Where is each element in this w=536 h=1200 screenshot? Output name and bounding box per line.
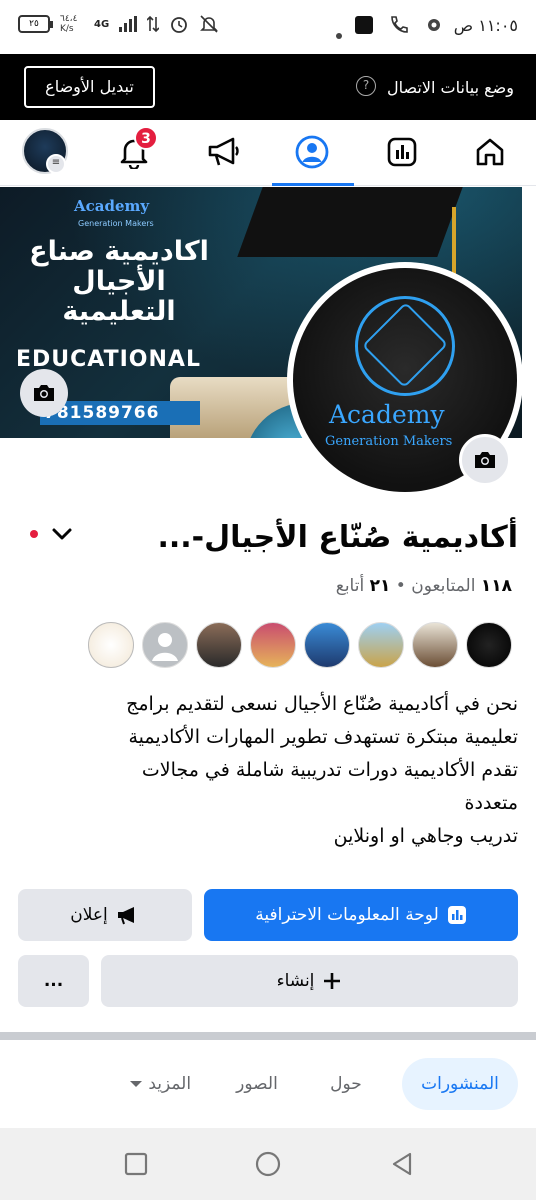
section-divider	[0, 1032, 536, 1040]
dashboard-tab[interactable]	[380, 130, 424, 174]
plus-icon	[324, 973, 341, 989]
follower-avatar[interactable]	[466, 622, 512, 668]
recent-apps-icon[interactable]	[122, 1150, 150, 1178]
top-nav: 3 ≡	[0, 120, 536, 186]
status-right	[354, 14, 444, 36]
tab-more[interactable]: المزيد	[120, 1058, 200, 1110]
tab-photos[interactable]: الصور	[222, 1058, 292, 1110]
ad-label: إعلان	[70, 905, 108, 925]
cover-camera-button[interactable]	[20, 369, 68, 417]
following-count: ٢١	[369, 576, 391, 596]
following-label: أتابع	[335, 576, 365, 596]
signal-icon	[119, 16, 138, 32]
system-nav-bar	[0, 1128, 536, 1200]
home-icon	[476, 138, 504, 166]
network-type: 4G	[94, 18, 110, 30]
help-icon[interactable]: ?	[356, 76, 376, 96]
profile-camera-button[interactable]	[459, 434, 511, 486]
follower-avatar[interactable]	[250, 622, 296, 668]
notification-badge: 3	[134, 126, 158, 150]
caret-down-icon	[129, 1081, 142, 1087]
tab-more-label: المزيد	[148, 1074, 192, 1094]
megaphone-icon	[208, 137, 239, 166]
profile-tabs: المنشورات حول الصور المزيد	[0, 1040, 536, 1128]
dashboard-icon	[387, 137, 417, 167]
notifications-tab[interactable]: 3	[112, 126, 158, 174]
professional-dashboard-label: لوحة المعلومات الاحترافية	[255, 905, 439, 925]
data-mode-text: وضع بيانات الاتصال	[387, 78, 514, 97]
follower-avatar[interactable]	[412, 622, 458, 668]
page-stats[interactable]: ١١٨ المتابعون • ٢١ أتابع	[336, 576, 512, 596]
network-speed: ٦٤،٤ K/s	[60, 14, 78, 34]
followers-label: المتابعون	[411, 576, 476, 596]
status-left: ٢٥ ٦٤،٤ K/s 4G	[18, 14, 219, 34]
professional-dashboard-button[interactable]: لوحة المعلومات الاحترافية	[204, 889, 518, 941]
switch-modes-button[interactable]: تبديل الأوضاع	[24, 66, 155, 108]
cover-logo-subtitle: Generation Makers	[78, 219, 154, 228]
create-label: إنشاء	[276, 971, 315, 991]
data-mode-banner: وضع بيانات الاتصال ? تبديل الأوضاع	[0, 54, 536, 120]
settings-icon	[428, 19, 440, 31]
chevron-down-icon[interactable]	[50, 522, 74, 546]
alarm-icon	[171, 17, 188, 33]
megaphone-icon	[117, 907, 134, 925]
home-button-icon[interactable]	[254, 1150, 282, 1178]
followers-count: ١١٨	[480, 576, 512, 596]
cover-arabic-title: اكاديمية صناع الأجيال التعليمية	[29, 236, 209, 327]
cover-logo-text: Academy	[74, 197, 150, 215]
profile-logo-subtitle: Generation Makers	[325, 434, 453, 449]
home-tab[interactable]	[468, 130, 512, 174]
camera-icon	[34, 385, 54, 401]
back-icon[interactable]	[388, 1150, 416, 1178]
profile-logo-text: Academy	[329, 400, 445, 429]
page-description: نحن في أكاديمية صُنّاع الأجيال نسعى لتقد…	[126, 693, 518, 847]
default-avatar-icon[interactable]	[142, 622, 188, 668]
tab-posts[interactable]: المنشورات	[402, 1058, 518, 1110]
active-tab-indicator	[272, 183, 354, 186]
follower-avatar[interactable]	[304, 622, 350, 668]
create-button[interactable]: إنشاء	[101, 955, 518, 1007]
profile-tab[interactable]	[290, 130, 334, 174]
data-arrows-icon	[147, 15, 160, 33]
stop-icon	[355, 16, 373, 34]
dashboard-icon	[447, 906, 466, 924]
more-options-button[interactable]: ...	[18, 955, 89, 1007]
ads-tab[interactable]	[202, 130, 246, 174]
follower-avatar[interactable]	[196, 622, 242, 668]
tab-about[interactable]: حول	[316, 1058, 376, 1110]
status-dot	[336, 24, 342, 43]
indicator-dot	[30, 530, 38, 538]
follower-avatars[interactable]	[88, 622, 512, 668]
follower-avatar[interactable]	[358, 622, 404, 668]
follower-avatar[interactable]	[88, 622, 134, 668]
battery-icon: ٢٥	[18, 15, 53, 33]
graduation-cap-image	[237, 187, 463, 257]
status-bar: ٢٥ ٦٤،٤ K/s 4G ١١:٠٥ ص	[0, 0, 536, 54]
profile-icon	[295, 135, 329, 169]
menu-icon[interactable]: ≡	[46, 154, 66, 174]
page-title: أكاديمية صُنّاع الأجيال-...	[157, 520, 518, 555]
ad-button[interactable]: إعلان	[18, 889, 192, 941]
mute-bell-icon	[200, 15, 219, 33]
call-icon	[391, 16, 408, 33]
camera-icon	[475, 452, 495, 468]
clock: ١١:٠٥ ص	[453, 16, 518, 35]
